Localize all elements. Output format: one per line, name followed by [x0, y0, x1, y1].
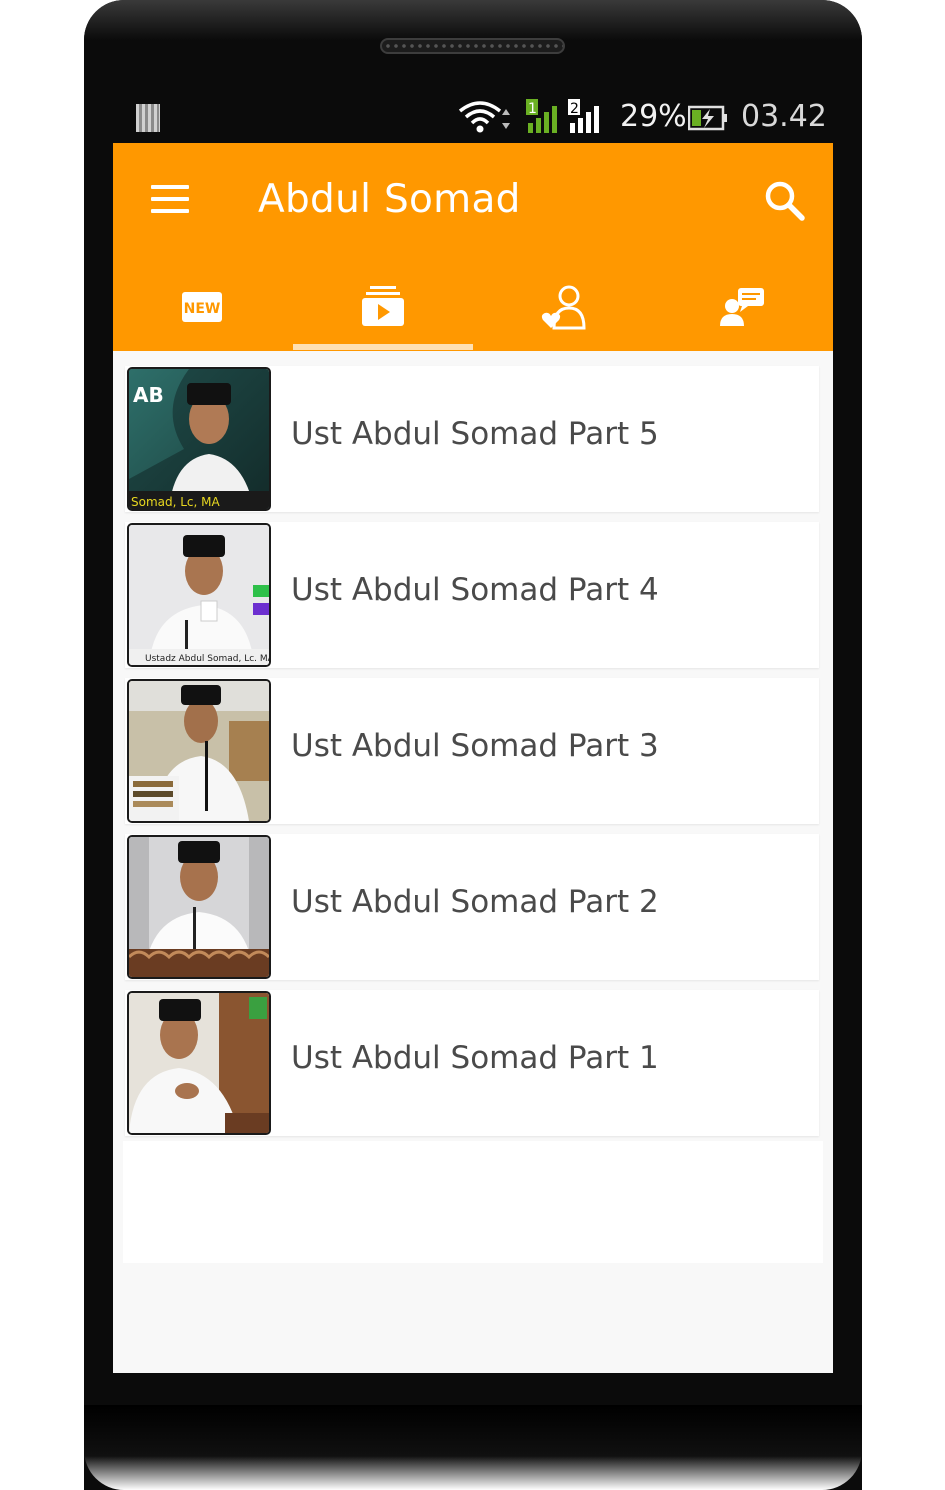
- user-heart-icon: [541, 285, 586, 330]
- video-thumbnail: [127, 679, 271, 823]
- hamburger-menu-icon[interactable]: [143, 181, 195, 221]
- video-playlist-icon: [362, 286, 404, 326]
- wifi-icon: [458, 101, 510, 133]
- video-title: Ust Abdul Somad Part 2: [291, 884, 659, 920]
- video-item-part-4[interactable]: Ustadz Abdul Somad, Lc. MA Ust Abdul Som…: [125, 522, 819, 668]
- video-thumbnail: Ustadz Abdul Somad, Lc. MA: [127, 523, 271, 667]
- sd-card-icon: [136, 104, 160, 132]
- search-icon[interactable]: [761, 177, 809, 225]
- sim2-label: 2: [570, 101, 579, 117]
- app-screen: Abdul Somad NEW AB Somad, Lc, MA Ust Abd…: [113, 143, 833, 1373]
- video-thumbnail: [127, 835, 271, 979]
- app-bar: Abdul Somad NEW: [113, 143, 833, 351]
- signal-sim1-icon: 1: [526, 99, 566, 135]
- video-title: Ust Abdul Somad Part 4: [291, 572, 659, 608]
- earpiece-speaker: [380, 38, 565, 54]
- video-item-part-5[interactable]: AB Somad, Lc, MA Ust Abdul Somad Part 5: [125, 366, 819, 512]
- video-item-part-2[interactable]: Ust Abdul Somad Part 2: [125, 834, 819, 980]
- video-thumbnail: AB Somad, Lc, MA: [127, 367, 271, 511]
- tab-videos[interactable]: [293, 263, 473, 351]
- signal-sim2-icon: 2: [568, 99, 608, 135]
- phone-top-edge: [84, 0, 862, 40]
- new-badge-icon: NEW: [182, 292, 222, 322]
- status-bar: 1 2 29% 03.42: [113, 95, 833, 143]
- tab-bar: NEW: [113, 263, 833, 351]
- video-title: Ust Abdul Somad Part 5: [291, 416, 659, 452]
- user-chat-icon: [720, 288, 764, 326]
- video-item-part-3[interactable]: Ust Abdul Somad Part 3: [125, 678, 819, 824]
- selected-tab-indicator: [293, 344, 473, 350]
- thumbnail-caption: Ustadz Abdul Somad, Lc. MA: [145, 654, 269, 664]
- battery-charging-icon: [688, 105, 727, 131]
- video-item-part-1[interactable]: Ust Abdul Somad Part 1: [125, 990, 819, 1136]
- tab-chat[interactable]: [653, 263, 833, 351]
- thumbnail-caption: Somad, Lc, MA: [131, 495, 221, 509]
- clock: 03.42: [741, 99, 827, 134]
- video-title: Ust Abdul Somad Part 3: [291, 728, 659, 764]
- video-thumbnail: [127, 991, 271, 1135]
- phone-bottom-edge: [84, 1405, 862, 1490]
- battery-percent: 29%: [620, 99, 687, 134]
- tab-new[interactable]: NEW: [113, 263, 293, 351]
- empty-card: [123, 1141, 823, 1263]
- video-title: Ust Abdul Somad Part 1: [291, 1040, 659, 1076]
- sim1-label: 1: [528, 101, 537, 117]
- app-title: Abdul Somad: [258, 177, 521, 222]
- tab-favorites[interactable]: [473, 263, 653, 351]
- thumbnail-overlay-text: AB: [133, 383, 164, 407]
- new-badge-label: NEW: [184, 301, 221, 317]
